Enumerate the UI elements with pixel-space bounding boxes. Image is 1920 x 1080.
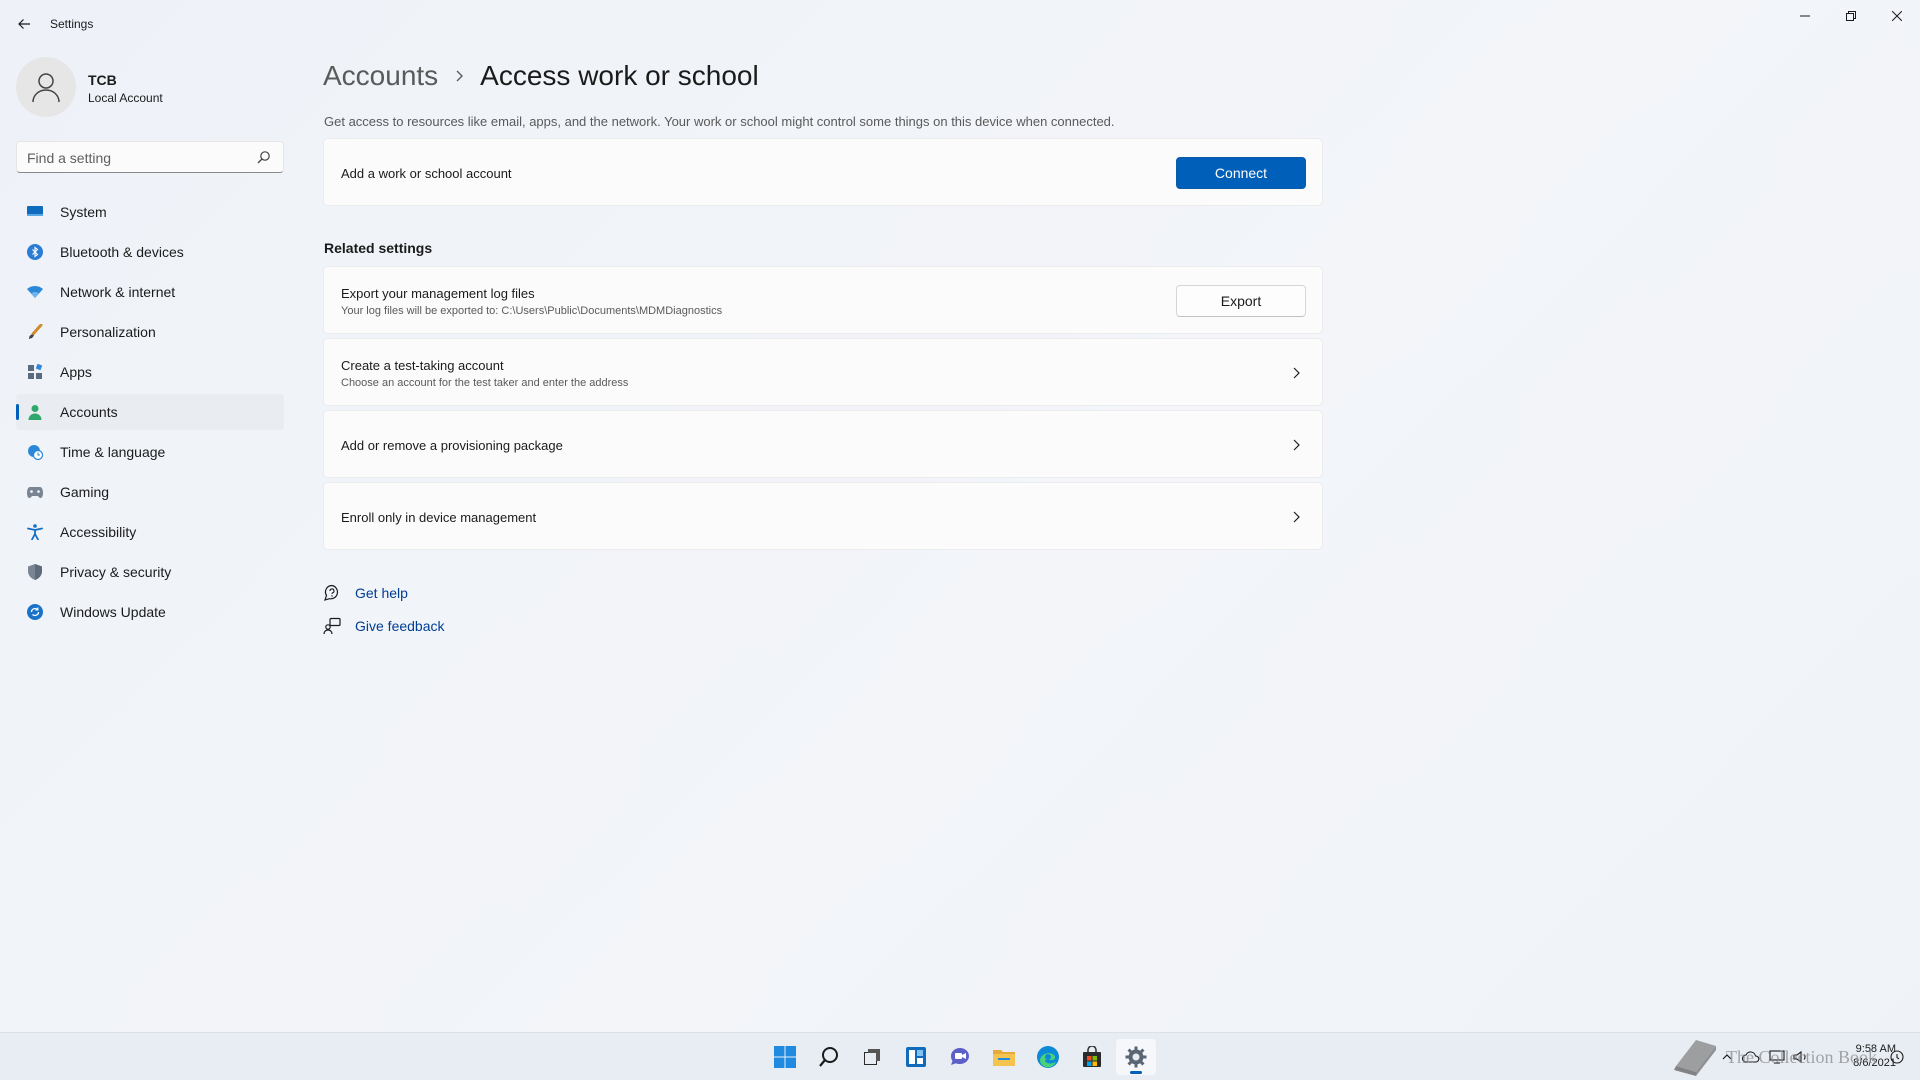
user-profile[interactable]: TCB Local Account <box>16 57 286 117</box>
get-help-label: Get help <box>355 585 408 601</box>
provisioning-title: Add or remove a provisioning package <box>341 438 563 453</box>
app-title: Settings <box>50 17 94 31</box>
bluetooth-icon <box>27 244 43 260</box>
start-icon[interactable] <box>765 1039 805 1075</box>
connect-button[interactable]: Connect <box>1176 157 1306 189</box>
export-button[interactable]: Export <box>1176 285 1306 317</box>
sidebar-item-label: Personalization <box>60 324 156 340</box>
get-help-link[interactable]: Get help <box>323 584 408 602</box>
close-icon <box>1892 11 1902 21</box>
sidebar-item-accounts[interactable]: Accounts <box>16 394 284 430</box>
give-feedback-label: Give feedback <box>355 618 445 634</box>
person-icon <box>27 404 43 420</box>
close-button[interactable] <box>1874 0 1920 32</box>
give-feedback-link[interactable]: Give feedback <box>323 617 445 635</box>
breadcrumb: Accounts Access work or school <box>323 56 759 96</box>
related-settings-heading: Related settings <box>324 240 433 256</box>
sidebar-nav: System Bluetooth & devices Network & int… <box>16 194 284 634</box>
enroll-device-management-card[interactable]: Enroll only in device management <box>323 482 1323 550</box>
page-title: Access work or school <box>480 60 759 91</box>
sidebar-item-apps[interactable]: Apps <box>16 354 284 390</box>
sidebar-item-label: Bluetooth & devices <box>60 244 184 260</box>
file-explorer-icon[interactable] <box>984 1039 1024 1075</box>
sidebar-item-accessibility[interactable]: Accessibility <box>16 514 284 550</box>
test-taking-subtitle: Choose an account for the test taker and… <box>341 377 629 389</box>
back-arrow-icon <box>18 19 30 29</box>
chat-icon[interactable] <box>940 1039 980 1075</box>
taskbar: 9:58 AM 8/6/2021 <box>0 1032 1920 1080</box>
sidebar-item-label: System <box>60 204 107 220</box>
profile-account-type: Local Account <box>88 91 163 105</box>
sidebar-item-time-language[interactable]: Time & language <box>16 434 284 470</box>
edge-icon[interactable] <box>1028 1039 1068 1075</box>
sidebar-item-network[interactable]: Network & internet <box>16 274 284 310</box>
sidebar-item-personalization[interactable]: Personalization <box>16 314 284 350</box>
sidebar-item-label: Privacy & security <box>60 564 172 580</box>
shield-icon <box>27 564 43 580</box>
feedback-icon <box>323 617 341 635</box>
sidebar-item-label: Gaming <box>60 484 110 500</box>
notification-icon[interactable] <box>1886 1045 1908 1069</box>
wifi-icon <box>27 284 43 300</box>
sidebar-item-label: Time & language <box>60 444 166 460</box>
help-icon <box>323 584 341 602</box>
breadcrumb-chevron-icon <box>454 69 464 83</box>
search-icon[interactable] <box>809 1039 849 1075</box>
search-input[interactable] <box>27 148 247 168</box>
book-logo-icon <box>1674 1040 1716 1076</box>
export-logs-path: Your log files will be exported to: C:\U… <box>341 305 723 317</box>
globe-clock-icon <box>27 444 43 460</box>
sidebar-item-label: Network & internet <box>60 284 176 300</box>
task-view-icon[interactable] <box>852 1039 892 1075</box>
widgets-icon[interactable] <box>896 1039 936 1075</box>
monitor-icon <box>27 204 43 220</box>
gamepad-icon <box>27 484 43 500</box>
chevron-right-icon <box>1290 439 1302 451</box>
sidebar-item-label: Apps <box>60 364 92 380</box>
enroll-title: Enroll only in device management <box>341 510 537 525</box>
profile-name: TCB <box>88 72 117 88</box>
search-icon[interactable] <box>257 150 273 166</box>
export-logs-title: Export your management log files <box>341 286 535 301</box>
chevron-right-icon <box>1290 367 1302 379</box>
brush-icon <box>27 324 43 340</box>
sidebar-item-privacy[interactable]: Privacy & security <box>16 554 284 590</box>
test-taking-title: Create a test-taking account <box>341 358 504 373</box>
watermark-text: The Collection Book <box>1726 1046 1877 1067</box>
search-box[interactable] <box>16 141 284 173</box>
sidebar-item-label: Accounts <box>60 404 118 420</box>
sidebar-item-label: Accessibility <box>60 524 137 540</box>
user-icon <box>32 73 60 103</box>
restore-icon <box>1846 11 1856 21</box>
breadcrumb-parent[interactable]: Accounts <box>323 60 438 92</box>
accessibility-icon <box>27 524 43 540</box>
apps-icon <box>27 364 43 380</box>
sidebar-item-label: Windows Update <box>60 604 166 620</box>
add-account-title: Add a work or school account <box>341 166 512 181</box>
export-logs-card: Export your management log files Your lo… <box>323 266 1323 334</box>
update-icon <box>27 604 43 620</box>
store-icon[interactable] <box>1072 1039 1112 1075</box>
minimize-icon <box>1800 15 1810 17</box>
restore-button[interactable] <box>1828 0 1874 32</box>
sidebar-item-gaming[interactable]: Gaming <box>16 474 284 510</box>
sidebar-item-system[interactable]: System <box>16 194 284 230</box>
avatar <box>16 57 76 117</box>
provisioning-package-card[interactable]: Add or remove a provisioning package <box>323 410 1323 478</box>
add-account-card: Add a work or school account Connect <box>323 138 1323 206</box>
test-taking-account-card[interactable]: Create a test-taking account Choose an a… <box>323 338 1323 406</box>
sidebar-item-bluetooth[interactable]: Bluetooth & devices <box>16 234 284 270</box>
title-bar: Settings <box>0 0 1920 48</box>
settings-icon[interactable] <box>1116 1039 1156 1075</box>
watermark: The Collection Book <box>1670 1036 1877 1078</box>
page-description: Get access to resources like email, apps… <box>324 114 1115 129</box>
chevron-right-icon <box>1290 511 1302 523</box>
sidebar-item-windows-update[interactable]: Windows Update <box>16 594 284 630</box>
minimize-button[interactable] <box>1782 0 1828 32</box>
back-button[interactable] <box>10 11 38 37</box>
